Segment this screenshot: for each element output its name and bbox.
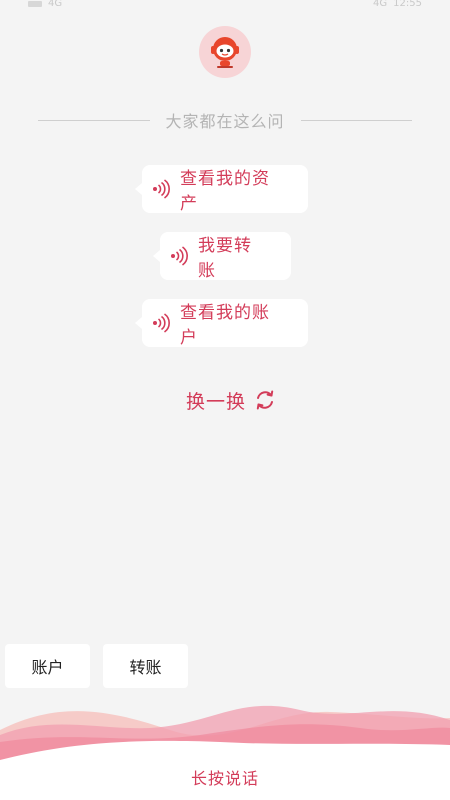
suggestion-bubble-assets[interactable]: 查看我的资产 — [135, 165, 308, 214]
sound-wave-icon — [152, 179, 170, 199]
suggestion-text: 查看我的资产 — [180, 169, 270, 214]
suggestion-bubble-account[interactable]: 查看我的账户 — [135, 299, 308, 348]
status-time: 12:55 — [393, 0, 422, 9]
signal-icon — [28, 1, 42, 7]
refresh-icon — [254, 389, 276, 411]
network-label-left: 4G — [48, 0, 63, 9]
robot-avatar-icon — [199, 26, 251, 78]
divider-left — [38, 119, 150, 121]
suggestion-header: 大家都在这么问 — [38, 108, 413, 132]
bottom-panel: 长按说话 — [0, 748, 450, 800]
refresh-button[interactable]: 换一换 — [186, 384, 276, 416]
suggestion-text: 我要转账 — [198, 236, 252, 281]
hold-to-talk-button[interactable]: 长按说话 — [191, 765, 259, 789]
suggestion-title: 大家都在这么问 — [165, 112, 285, 131]
sound-wave-icon — [152, 313, 170, 333]
status-bar: 4G 4G 12:55 — [0, 0, 450, 10]
suggestion-text: 查看我的账户 — [180, 303, 270, 348]
network-label-right: 4G — [373, 0, 388, 9]
divider-right — [300, 119, 413, 121]
refresh-label: 换一换 — [186, 390, 247, 413]
account-button[interactable]: 账户 — [5, 644, 90, 688]
status-right: 4G 12:55 — [373, 0, 422, 9]
transfer-button[interactable]: 转账 — [103, 644, 188, 688]
sound-wave-icon — [170, 246, 188, 266]
status-left: 4G — [28, 0, 63, 9]
suggestion-bubble-transfer[interactable]: 我要转账 — [153, 232, 291, 281]
